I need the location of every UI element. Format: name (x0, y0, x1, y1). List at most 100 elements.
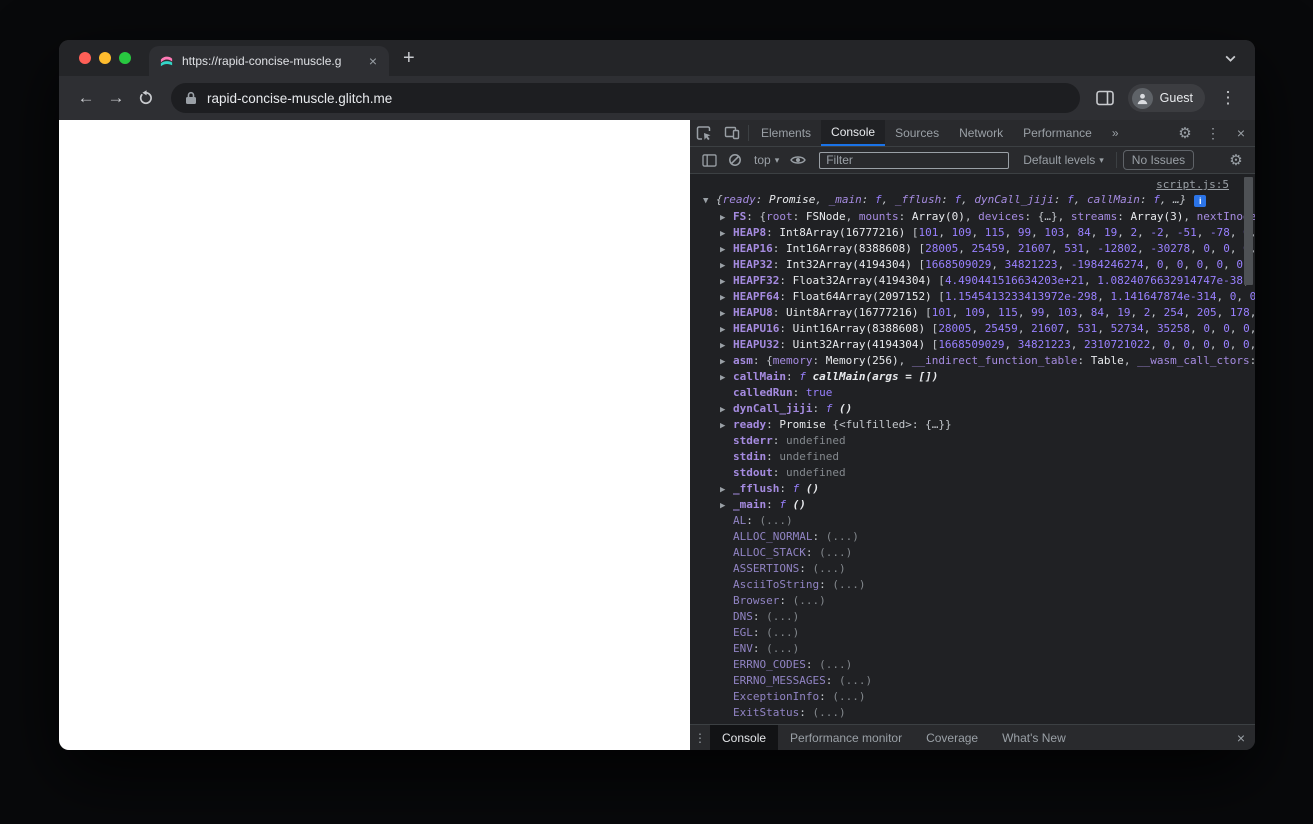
console-text-segment: , (1223, 258, 1237, 271)
devtools-settings-button[interactable]: ⚙ (1171, 120, 1199, 146)
reload-button[interactable] (131, 83, 161, 113)
console-property-row[interactable]: ▶ asm: {memory: Memory(256), __indirect_f… (690, 353, 1255, 369)
console-property-row[interactable]: DNS: (...) (690, 609, 1255, 625)
console-property-row[interactable]: ▶ _fflush: f () (690, 481, 1255, 497)
inspect-element-button[interactable] (690, 120, 718, 146)
console-property-row[interactable]: Browser: (...) (690, 593, 1255, 609)
drawer-tab-whats-new[interactable]: What's New (990, 725, 1078, 750)
log-levels-selector[interactable]: Default levels ▾ (1017, 153, 1110, 167)
drawer-tab-coverage[interactable]: Coverage (914, 725, 990, 750)
console-property-row[interactable]: ▶ HEAPF32: Float32Array(4194304) [4.49044… (690, 273, 1255, 289)
devtools-tab-console[interactable]: Console (821, 120, 886, 146)
new-tab-button[interactable]: + (403, 48, 415, 68)
live-expression-button[interactable] (785, 154, 811, 166)
tab-close-icon[interactable]: × (365, 53, 381, 69)
source-link[interactable]: script.js:5 (1156, 178, 1229, 191)
more-tabs-button[interactable]: » (1102, 120, 1129, 146)
disclosure-triangle-icon[interactable]: ▶ (720, 338, 733, 353)
back-button[interactable]: ← (71, 83, 101, 113)
devtools-tab-network[interactable]: Network (949, 120, 1013, 146)
drawer-tab-performance-monitor[interactable]: Performance monitor (778, 725, 914, 750)
maximize-window-button[interactable] (119, 52, 131, 64)
console-property-row[interactable]: AL: (...) (690, 513, 1255, 529)
console-property-row[interactable]: stdout: undefined (690, 465, 1255, 481)
disclosure-triangle-icon[interactable]: ▶ (720, 242, 733, 257)
close-window-button[interactable] (79, 52, 91, 64)
disclosure-triangle-icon[interactable]: ▶ (720, 402, 733, 417)
console-property-row[interactable]: stderr: undefined (690, 433, 1255, 449)
console-property-row[interactable]: ▶ HEAP32: Int32Array(4194304) [1668509029… (690, 257, 1255, 273)
drawer-close-button[interactable]: × (1227, 725, 1255, 750)
console-property-row[interactable]: ExceptionInfo: (...) (690, 689, 1255, 705)
console-property-row[interactable]: ▶ _main: f () (690, 497, 1255, 513)
console-property-row[interactable]: ▶ HEAPU32: Uint32Array(4194304) [16685090… (690, 337, 1255, 353)
disclosure-triangle-icon[interactable]: ▶ (720, 322, 733, 337)
console-settings-button[interactable]: ⚙ (1223, 151, 1249, 169)
console-property-row[interactable]: ASSERTIONS: (...) (690, 561, 1255, 577)
console-property-row[interactable]: FS_createDataFile: (...) (690, 721, 1255, 724)
drawer-menu-button[interactable]: ⋮ (690, 725, 710, 750)
console-property-row[interactable]: EGL: (...) (690, 625, 1255, 641)
console-messages[interactable]: script.js:5 ▼ {ready: Promise, _main: f, … (690, 174, 1255, 724)
console-property-row[interactable]: calledRun: true (690, 385, 1255, 401)
console-text-segment: Uint8Array(16777216) (786, 306, 919, 319)
console-property-row[interactable]: ExitStatus: (...) (690, 705, 1255, 721)
console-property-row[interactable]: ERRNO_CODES: (...) (690, 657, 1255, 673)
console-property-row[interactable]: ALLOC_STACK: (...) (690, 545, 1255, 561)
disclosure-triangle-icon[interactable]: ▶ (720, 354, 733, 369)
browser-tab[interactable]: https://rapid-concise-muscle.g × (149, 46, 389, 76)
console-property-row[interactable]: ▶ HEAPU8: Uint8Array(16777216) [101, 109,… (690, 305, 1255, 321)
devtools-close-button[interactable]: × (1227, 120, 1255, 146)
console-property-row[interactable]: stdin: undefined (690, 449, 1255, 465)
console-text-segment: , (815, 193, 829, 206)
javascript-context-selector[interactable]: top ▾ (748, 153, 785, 167)
info-badge-icon[interactable]: i (1194, 195, 1207, 207)
console-property-row[interactable]: ERRNO_MESSAGES: (...) (690, 673, 1255, 689)
clear-console-button[interactable] (722, 153, 748, 167)
disclosure-triangle-icon[interactable]: ▶ (720, 482, 733, 497)
console-sidebar-button[interactable] (696, 153, 722, 167)
disclosure-triangle-icon[interactable]: ▶ (720, 274, 733, 289)
devtools-tab-sources[interactable]: Sources (885, 120, 949, 146)
tab-strip-chevron-icon[interactable] (1224, 54, 1237, 63)
console-property-row[interactable]: ▶ HEAPF64: Float64Array(2097152) [1.15454… (690, 289, 1255, 305)
console-property-row[interactable]: ALLOC_NORMAL: (...) (690, 529, 1255, 545)
disclosure-triangle-icon[interactable]: ▶ (720, 306, 733, 321)
console-message-preview[interactable]: ▼ {ready: Promise, _main: f, _fflush: f, … (690, 192, 1255, 209)
devtools-menu-button[interactable]: ⋮ (1199, 120, 1227, 146)
console-text-segment: 115 (984, 226, 1005, 239)
devtools-tab-elements[interactable]: Elements (751, 120, 821, 146)
console-text-segment: , (1150, 306, 1164, 319)
disclosure-triangle-icon[interactable]: ▶ (720, 498, 733, 513)
console-text-segment: f (779, 498, 793, 511)
filter-input[interactable] (819, 151, 1010, 169)
console-property-row[interactable]: ▶ FS: {root: FSNode, mounts: Array(0), de… (690, 209, 1255, 225)
profile-chip[interactable]: Guest (1127, 84, 1205, 112)
console-property-row[interactable]: ▶ dynCall_jiji: f () (690, 401, 1255, 417)
device-toolbar-button[interactable] (718, 120, 746, 146)
devtools-tab-performance[interactable]: Performance (1013, 120, 1102, 146)
disclosure-triangle-icon[interactable]: ▶ (720, 210, 733, 225)
browser-menu-button[interactable]: ⋮ (1213, 83, 1243, 113)
address-bar[interactable]: rapid-concise-muscle.glitch.me (171, 83, 1080, 113)
forward-button[interactable]: → (101, 83, 131, 113)
disclosure-triangle-icon[interactable]: ▶ (720, 258, 733, 273)
side-panel-button[interactable] (1090, 83, 1120, 113)
drawer-tab-console[interactable]: Console (710, 725, 779, 750)
console-property-row[interactable]: ▶ HEAPU16: Uint16Array(8388608) [28005, 2… (690, 321, 1255, 337)
console-property-row[interactable]: ▶ callMain: f callMain(args = []) (690, 369, 1255, 385)
console-property-row[interactable]: ▶ HEAP16: Int16Array(8388608) [28005, 254… (690, 241, 1255, 257)
console-property-row[interactable]: ▶ HEAP8: Int8Array(16777216) [101, 109, 1… (690, 225, 1255, 241)
disclosure-triangle-icon[interactable]: ▶ (720, 226, 733, 241)
disclosure-triangle-icon[interactable]: ▶ (720, 290, 733, 305)
disclosure-triangle-icon[interactable]: ▼ (703, 193, 716, 209)
issues-button[interactable]: No Issues (1122, 150, 1195, 170)
console-property-row[interactable]: ENV: (...) (690, 641, 1255, 657)
console-property-row[interactable]: ▶ ready: Promise {<fulfilled>: {…}} (690, 417, 1255, 433)
disclosure-triangle-icon[interactable]: ▶ (720, 370, 733, 385)
scrollbar-thumb[interactable] (1244, 177, 1253, 285)
disclosure-triangle-icon[interactable]: ▶ (720, 418, 733, 433)
minimize-window-button[interactable] (99, 52, 111, 64)
lock-icon[interactable] (185, 91, 197, 105)
console-property-row[interactable]: AsciiToString: (...) (690, 577, 1255, 593)
